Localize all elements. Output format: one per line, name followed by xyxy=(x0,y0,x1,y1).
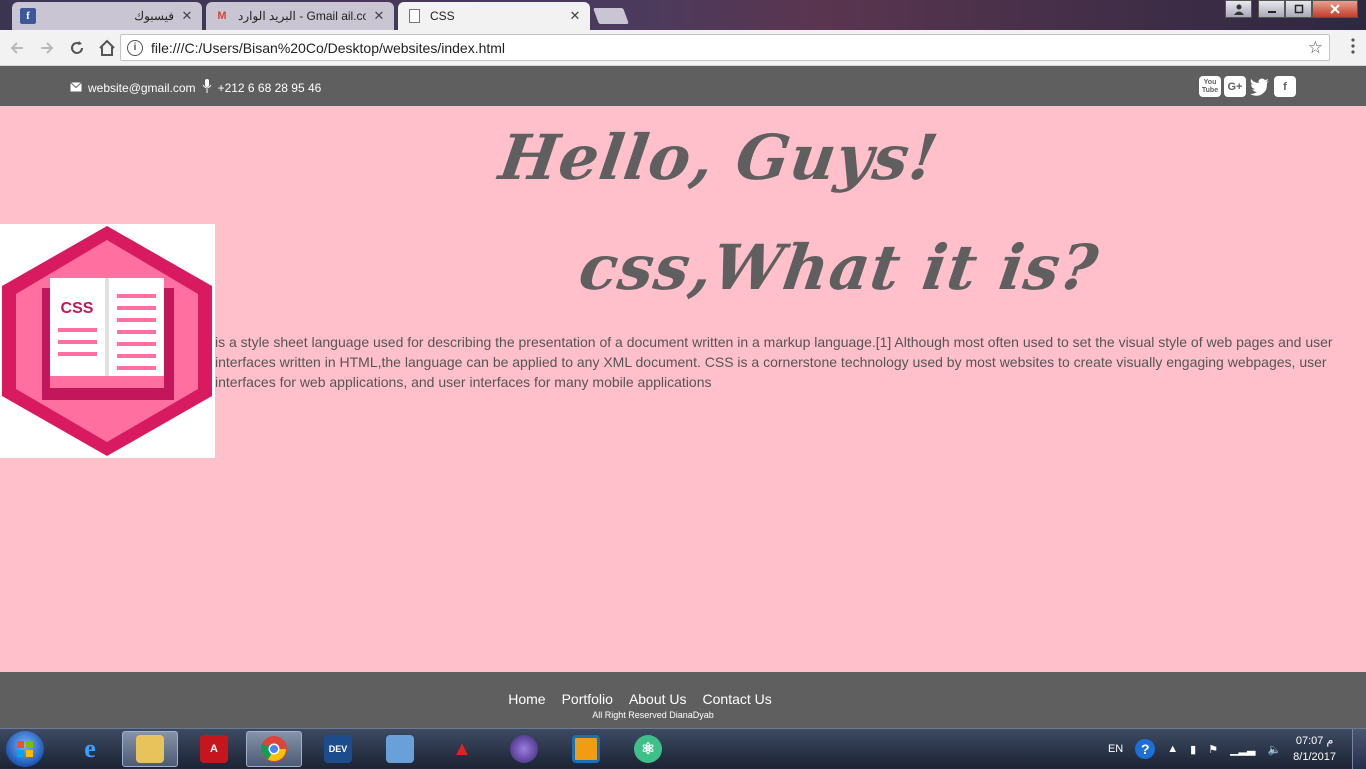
css-description: is a style sheet language used for descr… xyxy=(215,334,1333,390)
adobe-reader-icon[interactable]: A xyxy=(186,731,242,767)
page-subheading: css,What it is? xyxy=(574,231,1103,304)
footer-link-about[interactable]: About Us xyxy=(629,691,687,707)
facebook-icon: f xyxy=(20,8,36,24)
footer-link-home[interactable]: Home xyxy=(508,691,545,707)
menu-icon[interactable] xyxy=(1350,38,1356,54)
home-icon[interactable] xyxy=(94,35,120,61)
footer-link-portfolio[interactable]: Portfolio xyxy=(562,691,613,707)
windows-taskbar: e A DEV ▲ ⚛ EN ? ▲ ▮ ⚑ ▁▂▃ 🔈 07:07 م 8/1… xyxy=(0,728,1366,769)
media-app-icon[interactable] xyxy=(372,731,428,767)
contact-info: website@gmail.com +212 6 68 28 95 46 xyxy=(70,79,321,96)
window-controls xyxy=(1225,0,1358,18)
css-book-logo: CSS xyxy=(2,226,212,456)
atom-icon[interactable]: ⚛ xyxy=(620,731,676,767)
twitter-icon[interactable] xyxy=(1249,76,1271,97)
bookmark-star-icon[interactable]: ☆ xyxy=(1308,38,1323,58)
acrobat-app-icon[interactable]: ▲ xyxy=(434,731,490,767)
page-heading: Hello, Guys! xyxy=(494,121,943,194)
web-page: website@gmail.com +212 6 68 28 95 46 You… xyxy=(0,66,1366,728)
page-footer: Home Portfolio About Us Contact Us All R… xyxy=(0,672,1366,728)
close-tab-icon[interactable]: ✕ xyxy=(372,9,386,23)
address-url[interactable]: file:///C:/Users/Bisan%20Co/Desktop/webs… xyxy=(151,40,1308,56)
volume-icon[interactable]: 🔈 xyxy=(1267,743,1281,756)
logo-label: CSS xyxy=(61,300,94,317)
clock-date: 8/1/2017 xyxy=(1293,751,1336,763)
copyright-text: All Right Reserved DianaDyab xyxy=(592,710,714,720)
envelope-icon xyxy=(70,81,82,95)
vmware-icon[interactable] xyxy=(558,731,614,767)
forward-arrow-icon[interactable] xyxy=(34,35,60,61)
social-links: You Tube G+ f xyxy=(1199,76,1296,97)
gmail-icon: M xyxy=(217,10,227,22)
file-explorer-icon[interactable] xyxy=(122,731,178,767)
show-desktop-button[interactable] xyxy=(1352,729,1366,769)
language-indicator[interactable]: EN xyxy=(1108,743,1123,755)
facebook-icon[interactable]: f xyxy=(1274,76,1296,97)
css-logo-image: CSS xyxy=(0,224,215,458)
minimize-button[interactable] xyxy=(1258,0,1285,18)
browser-toolbar: i file:///C:/Users/Bisan%20Co/Desktop/we… xyxy=(0,30,1366,66)
microphone-icon xyxy=(202,79,212,96)
back-arrow-icon[interactable] xyxy=(4,35,30,61)
browser-tab-strip: f فيسبوك ✕ M البريد الوارد - Gmail ail.c… xyxy=(0,0,1366,30)
help-icon[interactable]: ? xyxy=(1135,739,1156,759)
address-bar[interactable]: i file:///C:/Users/Bisan%20Co/Desktop/we… xyxy=(120,34,1330,61)
start-button[interactable] xyxy=(6,731,44,767)
battery-icon[interactable]: ▮ xyxy=(1190,743,1196,756)
close-tab-icon[interactable]: ✕ xyxy=(180,9,194,23)
tab-title: CSS xyxy=(430,9,455,23)
chrome-icon[interactable] xyxy=(246,731,302,767)
close-window-button[interactable] xyxy=(1312,0,1358,18)
user-profile-icon[interactable] xyxy=(1225,0,1252,18)
internet-explorer-icon[interactable]: e xyxy=(62,731,118,767)
tab-title: فيسبوك xyxy=(134,9,174,23)
dev-cpp-icon[interactable]: DEV xyxy=(310,731,366,767)
tab-gmail[interactable]: M البريد الوارد - Gmail ail.com ✕ xyxy=(206,2,394,30)
email-text[interactable]: website@gmail.com xyxy=(88,81,196,95)
tab-facebook[interactable]: f فيسبوك ✕ xyxy=(12,2,202,30)
show-hidden-icons[interactable]: ▲ xyxy=(1167,743,1178,755)
youtube-icon[interactable]: You Tube xyxy=(1199,76,1221,97)
flag-icon[interactable]: ⚑ xyxy=(1208,743,1218,756)
google-plus-icon[interactable]: G+ xyxy=(1224,76,1246,97)
system-tray: EN ? ▲ ▮ ⚑ ▁▂▃ 🔈 07:07 م 8/1/2017 xyxy=(1108,729,1336,769)
clock[interactable]: 07:07 م 8/1/2017 xyxy=(1293,733,1336,765)
close-tab-icon[interactable]: ✕ xyxy=(568,9,582,23)
footer-link-contact[interactable]: Contact Us xyxy=(703,691,772,707)
new-tab-button[interactable] xyxy=(593,8,629,24)
eclipse-icon[interactable] xyxy=(496,731,552,767)
contact-bar: website@gmail.com +212 6 68 28 95 46 You… xyxy=(0,66,1366,106)
document-icon xyxy=(406,8,422,24)
footer-nav: Home Portfolio About Us Contact Us xyxy=(0,691,1280,707)
info-icon[interactable]: i xyxy=(127,39,143,56)
tab-css[interactable]: CSS ✕ xyxy=(398,2,590,30)
reload-icon[interactable] xyxy=(64,35,90,61)
tab-title: البريد الوارد - Gmail ail.com xyxy=(238,9,366,23)
network-icon[interactable]: ▁▂▃ xyxy=(1230,743,1255,756)
clock-time: 07:07 م xyxy=(1295,735,1334,747)
phone-text: +212 6 68 28 95 46 xyxy=(217,80,322,95)
maximize-button[interactable] xyxy=(1285,0,1312,18)
